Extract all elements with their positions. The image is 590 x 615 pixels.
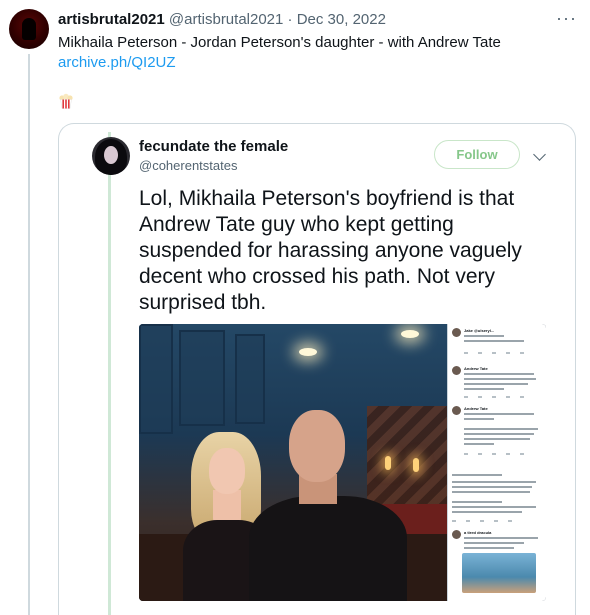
- ss-name-1: Jake @ulseryl...: [464, 328, 495, 333]
- quoted-author-handle[interactable]: @coherentstates: [139, 158, 237, 173]
- more-horizontal-icon[interactable]: ···: [556, 8, 577, 29]
- follow-button[interactable]: Follow: [434, 140, 520, 169]
- ss-thumbnail: [462, 553, 536, 593]
- quoted-tweet-text: Lol, Mikhaila Peterson's boyfriend is th…: [139, 187, 522, 314]
- tweet-text: Mikhaila Peterson - Jordan Peterson's da…: [58, 34, 501, 51]
- ss-name-2: Andrew Tate: [464, 366, 488, 371]
- author-handle[interactable]: @artisbrutal2021: [169, 11, 283, 28]
- ss-name-4: a tired dracula: [464, 530, 492, 535]
- quoted-author-name[interactable]: fecundate the female: [139, 138, 288, 155]
- author-name[interactable]: artisbrutal2021: [58, 11, 165, 28]
- thread-line: [28, 54, 30, 615]
- quoted-thread-line: [108, 132, 111, 615]
- author-avatar[interactable]: [9, 9, 49, 49]
- tweet-header: artisbrutal2021 @artisbrutal2021 · Dec 3…: [58, 10, 386, 29]
- embedded-tweet-screenshot: Jake @ulseryl... Andrew Tate Andrew Tate: [447, 324, 546, 601]
- separator-dot: ·: [287, 11, 293, 28]
- quoted-author-avatar[interactable]: [92, 137, 130, 175]
- tweet-date[interactable]: Dec 30, 2022: [297, 11, 386, 28]
- quoted-media[interactable]: Jake @ulseryl... Andrew Tate Andrew Tate: [139, 324, 546, 601]
- photo-man-and-woman: [139, 324, 447, 601]
- tweet-link[interactable]: archive.ph/QI2UZ: [58, 53, 176, 73]
- popcorn-emoji: [59, 93, 73, 109]
- ss-name-3: Andrew Tate: [464, 406, 488, 411]
